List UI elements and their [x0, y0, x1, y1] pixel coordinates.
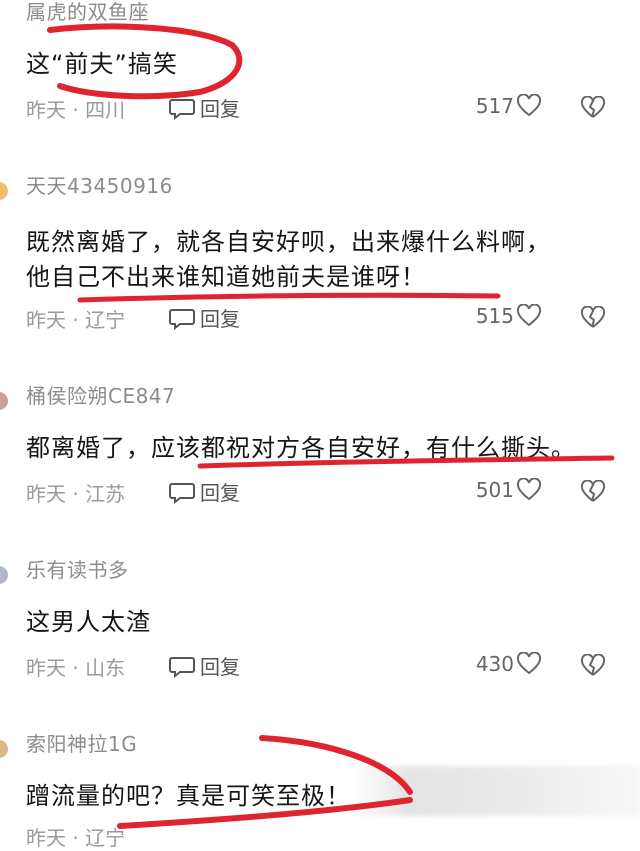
- broken-heart-icon[interactable]: [580, 480, 606, 504]
- annotation-layer: [47, 23, 615, 829]
- heart-icon: [516, 652, 542, 675]
- like-button[interactable]: 515: [476, 304, 542, 328]
- like-count: 517: [475, 94, 514, 118]
- avatar[interactable]: [0, 182, 8, 200]
- comment-text: 蹭流量的吧？真是可笑至极！: [26, 782, 351, 810]
- comment-username[interactable]: 桶侯险朔CE847: [26, 380, 175, 409]
- comment-text-line: 既然离婚了，就各自安好呗，出来爆什么料啊，: [26, 228, 551, 256]
- reply-bubble-icon: [169, 98, 195, 120]
- comment-meta: 昨天 · 辽宁: [26, 826, 126, 850]
- comment-meta: 昨天 · 山东: [26, 656, 126, 680]
- broken-heart-icon[interactable]: [580, 96, 606, 120]
- reply-button[interactable]: 回复: [168, 477, 240, 506]
- reply-button[interactable]: 回复: [168, 93, 240, 122]
- avatar[interactable]: [0, 392, 8, 410]
- comment-text: 这“前夫”搞笑: [26, 50, 178, 78]
- like-button[interactable]: 430: [476, 652, 542, 676]
- avatar[interactable]: [0, 566, 8, 584]
- reply-bubble-icon: [169, 308, 195, 330]
- comment-text: 这男人太渣: [26, 608, 151, 636]
- like-button[interactable]: 501: [476, 478, 542, 502]
- reply-button[interactable]: 回复: [168, 651, 240, 680]
- like-button[interactable]: 517: [476, 94, 542, 118]
- comment-text-line: 他自己不出来谁知道她前夫是谁呀！: [26, 263, 426, 291]
- like-count: 515: [475, 304, 514, 328]
- reply-bubble-icon: [169, 656, 195, 678]
- reply-button[interactable]: 回复: [168, 303, 240, 332]
- comment-username[interactable]: 属虎的双鱼座: [26, 0, 149, 25]
- heart-icon: [516, 94, 542, 117]
- comment-username[interactable]: 索阳神拉1G: [26, 728, 137, 757]
- like-count: 501: [475, 478, 514, 502]
- comment-meta: 昨天 · 辽宁: [26, 308, 126, 332]
- comment-meta: 昨天 · 四川: [26, 98, 126, 122]
- comment-username[interactable]: 乐有读书多: [26, 554, 129, 583]
- annotation-underline: [77, 292, 501, 303]
- reply-bubble-icon: [169, 482, 195, 504]
- comment-username[interactable]: 天天43450916: [26, 170, 173, 199]
- comment-text: 都离婚了，应该都祝对方各自安好，有什么撕头。: [26, 434, 576, 462]
- reply-label: 回复: [200, 307, 240, 331]
- reply-label: 回复: [200, 481, 240, 505]
- broken-heart-icon[interactable]: [580, 306, 606, 330]
- comment-meta: 昨天 · 江苏: [26, 482, 126, 506]
- avatar[interactable]: [0, 740, 8, 758]
- reply-label: 回复: [200, 97, 240, 121]
- heart-icon: [516, 304, 542, 327]
- reply-label: 回复: [200, 655, 240, 679]
- broken-heart-icon[interactable]: [580, 654, 606, 678]
- like-count: 430: [475, 652, 514, 676]
- blurred-overlay: [352, 766, 640, 816]
- heart-icon: [516, 478, 542, 501]
